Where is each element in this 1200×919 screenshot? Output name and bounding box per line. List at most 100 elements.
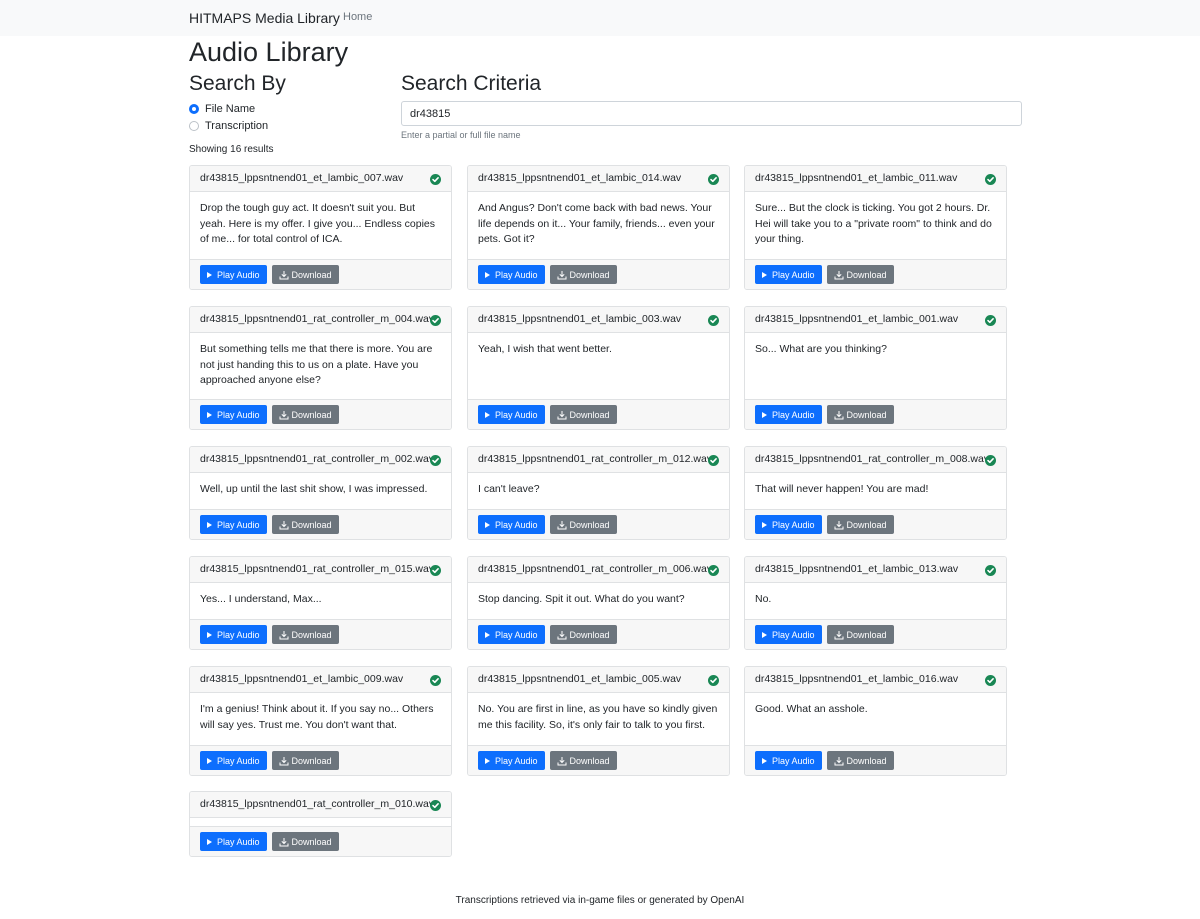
- download-button[interactable]: Download: [271, 625, 339, 644]
- radio-file-name-label[interactable]: File Name: [205, 103, 255, 115]
- download-icon: [557, 410, 567, 420]
- download-button[interactable]: Download: [271, 832, 339, 851]
- play-audio-label: Play Audio: [217, 409, 260, 420]
- check-circle-icon: [985, 174, 996, 185]
- play-audio-label: Play Audio: [495, 409, 538, 420]
- file-name: dr43815_lppsntnend01_et_lambic_016.wav: [755, 673, 959, 685]
- download-label: Download: [291, 409, 332, 420]
- play-audio-button[interactable]: Play Audio: [755, 625, 822, 644]
- play-audio-button[interactable]: Play Audio: [478, 515, 545, 534]
- download-button[interactable]: Download: [549, 515, 617, 534]
- play-audio-button[interactable]: Play Audio: [200, 265, 267, 284]
- download-icon: [279, 630, 289, 640]
- play-audio-button[interactable]: Play Audio: [200, 405, 267, 424]
- transcription-text: And Angus? Don't come back with bad news…: [478, 202, 715, 245]
- download-label: Download: [569, 409, 610, 420]
- card-footer: Play Audio Download: [468, 619, 729, 649]
- play-audio-button[interactable]: Play Audio: [755, 265, 822, 284]
- transcription-text: Good. What an asshole.: [755, 703, 868, 715]
- download-icon: [557, 270, 567, 280]
- card-footer: Play Audio Download: [190, 509, 451, 539]
- play-audio-label: Play Audio: [772, 269, 815, 280]
- download-label: Download: [846, 409, 887, 420]
- play-audio-button[interactable]: Play Audio: [478, 751, 545, 770]
- download-button[interactable]: Download: [549, 405, 617, 424]
- download-button[interactable]: Download: [271, 515, 339, 534]
- search-input[interactable]: [401, 101, 1022, 126]
- download-button[interactable]: Download: [549, 265, 617, 284]
- play-audio-button[interactable]: Play Audio: [200, 832, 267, 851]
- play-audio-button[interactable]: Play Audio: [478, 405, 545, 424]
- card-header: dr43815_lppsntnend01_et_lambic_013.wav: [745, 557, 1006, 583]
- check-circle-icon: [985, 565, 996, 576]
- transcription-text: That will never happen! You are mad!: [755, 483, 929, 495]
- file-name: dr43815_lppsntnend01_rat_controller_m_01…: [478, 453, 713, 465]
- download-button[interactable]: Download: [271, 405, 339, 424]
- play-icon: [485, 631, 490, 638]
- play-audio-label: Play Audio: [495, 519, 538, 530]
- download-icon: [279, 520, 289, 530]
- check-circle-icon: [708, 315, 719, 326]
- file-name: dr43815_lppsntnend01_rat_controller_m_00…: [755, 453, 990, 465]
- card-footer: Play Audio Download: [190, 259, 451, 289]
- brand-link[interactable]: HITMAPS Media Library: [189, 10, 340, 26]
- transcription-text: I can't leave?: [478, 483, 540, 495]
- file-name: dr43815_lppsntnend01_rat_controller_m_00…: [200, 313, 435, 325]
- card-footer: Play Audio Download: [190, 826, 451, 856]
- result-card: dr43815_lppsntnend01_rat_controller_m_00…: [744, 446, 1007, 540]
- play-icon: [762, 757, 767, 764]
- download-button[interactable]: Download: [826, 515, 894, 534]
- radio-transcription[interactable]: Transcription: [189, 118, 268, 134]
- card-header: dr43815_lppsntnend01_rat_controller_m_01…: [190, 557, 451, 583]
- play-audio-button[interactable]: Play Audio: [200, 625, 267, 644]
- card-footer: Play Audio Download: [745, 509, 1006, 539]
- play-audio-label: Play Audio: [217, 629, 260, 640]
- check-circle-icon: [985, 455, 996, 466]
- card-footer: Play Audio Download: [190, 745, 451, 775]
- file-name: dr43815_lppsntnend01_et_lambic_005.wav: [478, 673, 682, 685]
- play-icon: [485, 271, 490, 278]
- download-button[interactable]: Download: [826, 625, 894, 644]
- card-header: dr43815_lppsntnend01_et_lambic_001.wav: [745, 307, 1006, 333]
- play-audio-label: Play Audio: [772, 409, 815, 420]
- card-header: dr43815_lppsntnend01_rat_controller_m_00…: [468, 557, 729, 583]
- search-by-title: Search By: [189, 72, 286, 95]
- download-button[interactable]: Download: [826, 751, 894, 770]
- radio-file-name[interactable]: File Name: [189, 101, 255, 117]
- download-button[interactable]: Download: [271, 751, 339, 770]
- results-count: Showing 16 results: [189, 144, 274, 155]
- download-label: Download: [846, 755, 887, 766]
- download-button[interactable]: Download: [826, 265, 894, 284]
- check-circle-icon: [985, 675, 996, 686]
- download-label: Download: [846, 269, 887, 280]
- download-icon: [834, 756, 844, 766]
- download-button[interactable]: Download: [826, 405, 894, 424]
- radio-transcription-input[interactable]: [189, 121, 199, 131]
- card-footer: Play Audio Download: [745, 619, 1006, 649]
- radio-transcription-label[interactable]: Transcription: [205, 120, 268, 132]
- play-audio-button[interactable]: Play Audio: [755, 405, 822, 424]
- download-button[interactable]: Download: [271, 265, 339, 284]
- download-icon: [279, 410, 289, 420]
- radio-file-name-input[interactable]: [189, 104, 199, 114]
- card-footer: Play Audio Download: [745, 745, 1006, 775]
- download-button[interactable]: Download: [549, 625, 617, 644]
- play-icon: [485, 757, 490, 764]
- transcription-text: Well, up until the last shit show, I was…: [200, 483, 428, 495]
- download-label: Download: [846, 629, 887, 640]
- transcription-text: But something tells me that there is mor…: [200, 343, 433, 386]
- play-audio-button[interactable]: Play Audio: [200, 751, 267, 770]
- download-button[interactable]: Download: [549, 751, 617, 770]
- play-audio-button[interactable]: Play Audio: [478, 625, 545, 644]
- card-footer: Play Audio Download: [745, 259, 1006, 289]
- card-header: dr43815_lppsntnend01_rat_controller_m_01…: [468, 447, 729, 473]
- check-circle-icon: [430, 800, 441, 811]
- nav-home-link[interactable]: Home: [343, 11, 372, 23]
- download-label: Download: [569, 629, 610, 640]
- play-audio-button[interactable]: Play Audio: [478, 265, 545, 284]
- transcription-text: Sure... But the clock is ticking. You go…: [755, 202, 992, 245]
- play-audio-button[interactable]: Play Audio: [755, 751, 822, 770]
- play-audio-button[interactable]: Play Audio: [200, 515, 267, 534]
- play-audio-button[interactable]: Play Audio: [755, 515, 822, 534]
- file-name: dr43815_lppsntnend01_et_lambic_014.wav: [478, 172, 682, 184]
